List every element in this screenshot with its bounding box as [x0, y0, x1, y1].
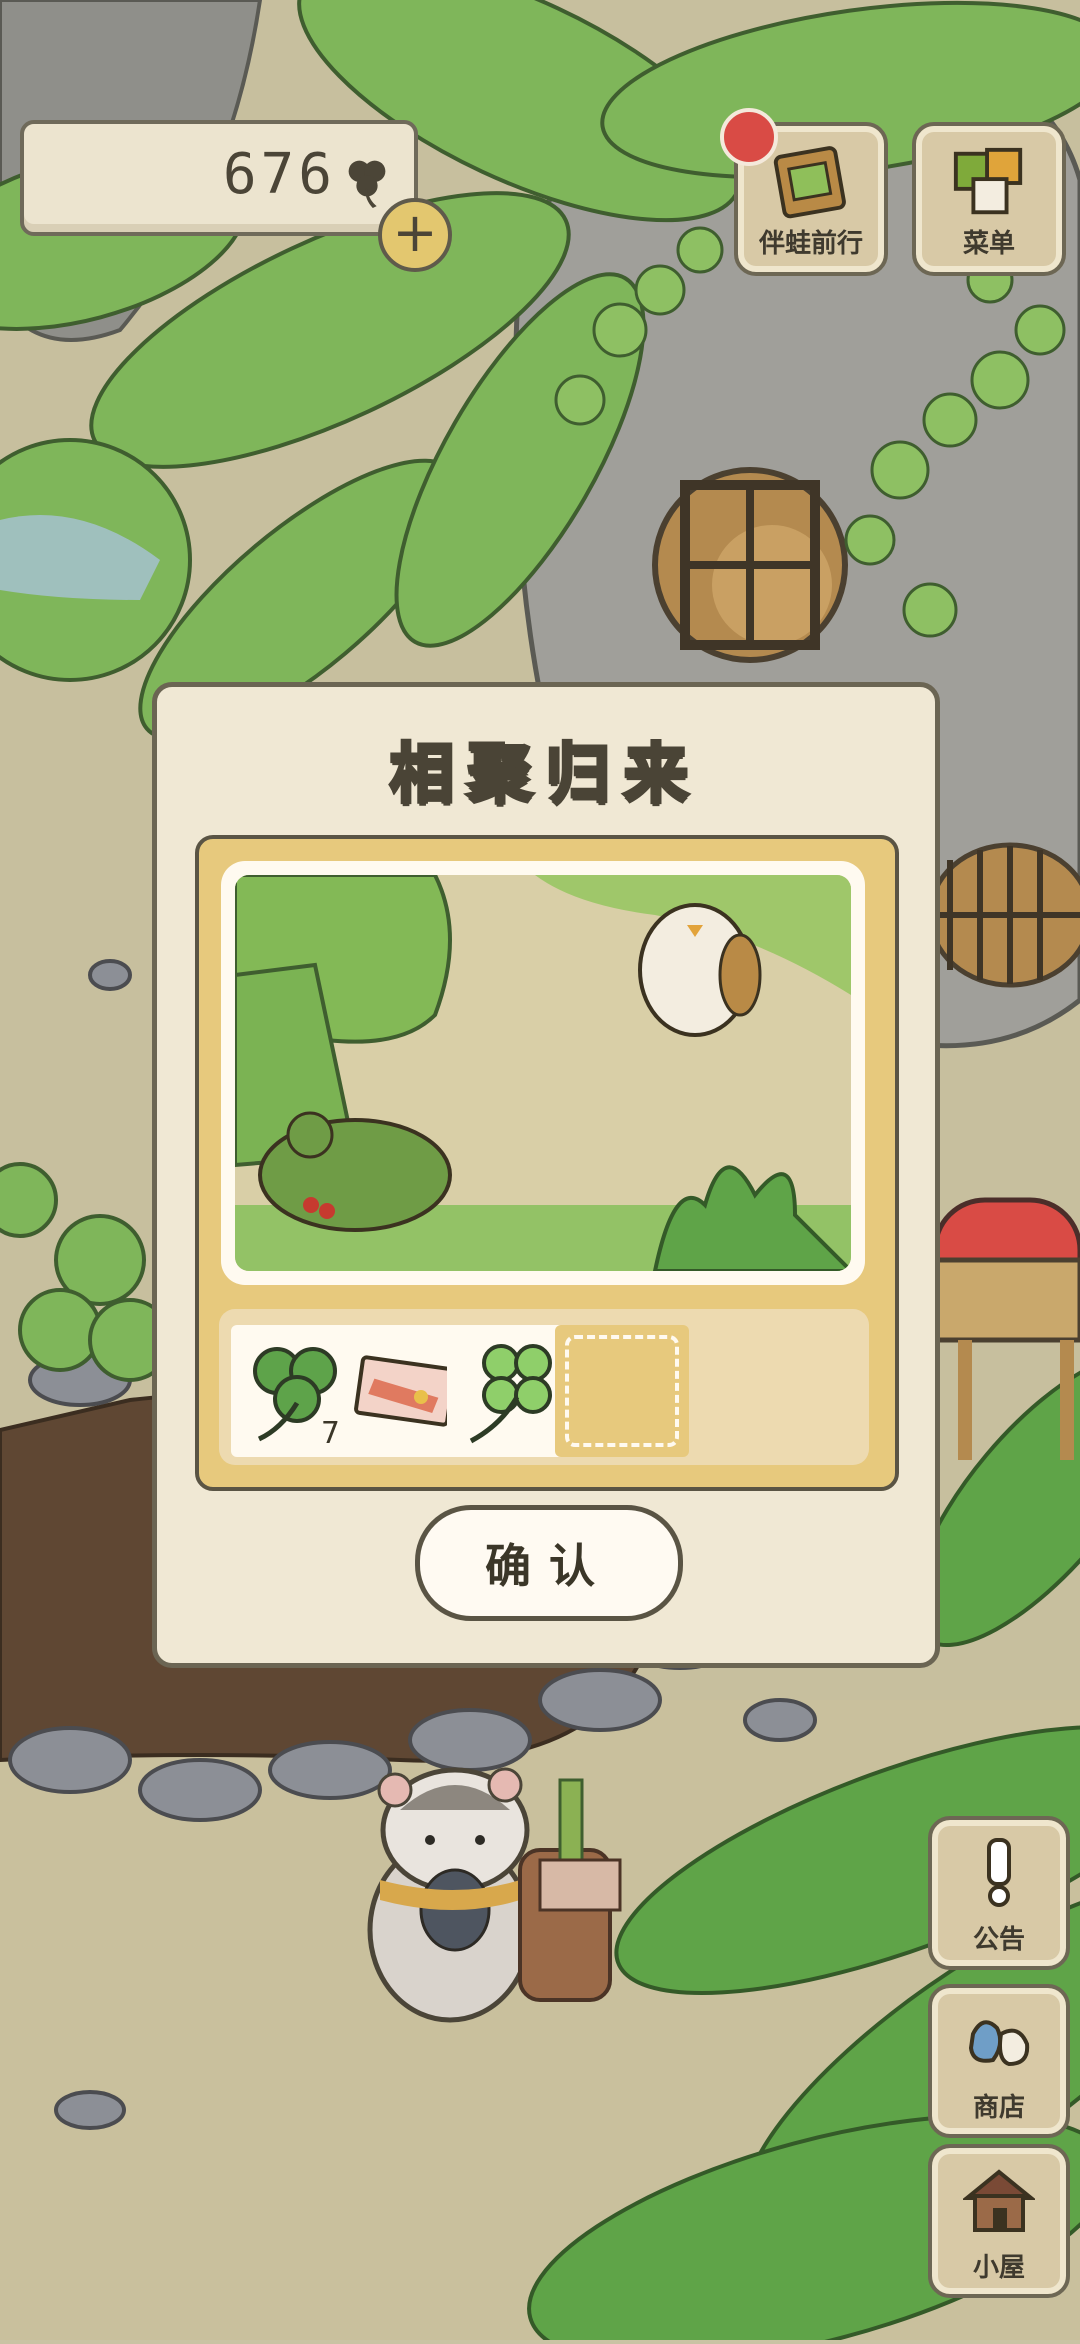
menu-icon [953, 147, 1023, 215]
notice-label: 公告 [972, 1925, 1025, 1955]
plus-icon: + [392, 201, 438, 264]
album-icon [773, 146, 846, 219]
clover-counter: 676 [20, 120, 418, 236]
shop-bags-icon [968, 2020, 1030, 2067]
item-slot-empty [555, 1325, 689, 1457]
dialog-title: 相聚归来 [388, 736, 702, 814]
shop-button[interactable]: 商店 [928, 1984, 1070, 2138]
reward-card: 77 3 1 [195, 835, 899, 1491]
ticket-icon [354, 1355, 456, 1427]
menu-button[interactable]: 菜单 [912, 122, 1066, 276]
clover-icon [348, 160, 386, 208]
menu-label: 菜单 [962, 229, 1015, 259]
reward-items: 77 3 1 [219, 1309, 869, 1465]
reunion-dialog: 相聚归来 确认 [152, 682, 940, 1668]
house-label: 小屋 [972, 2253, 1025, 2283]
four-leaf-clover-icon [469, 1344, 552, 1444]
notification-dot [720, 108, 778, 166]
notice-button[interactable]: 公告 [928, 1816, 1070, 1970]
empty-slot-border [565, 1335, 679, 1447]
house-icon [963, 2169, 1035, 2232]
postcard-photo [235, 875, 851, 1271]
shop-label: 商店 [972, 2093, 1025, 2123]
clover-count: 676 [222, 142, 336, 207]
exclamation-icon [987, 1838, 1011, 1907]
confirm-button[interactable]: 确认 [415, 1505, 683, 1621]
travel-with-frog-label: 伴蛙前行 [758, 229, 863, 259]
house-button[interactable]: 小屋 [928, 2144, 1070, 2298]
photo-frame [221, 861, 865, 1285]
add-clover-button[interactable]: + [378, 198, 452, 272]
